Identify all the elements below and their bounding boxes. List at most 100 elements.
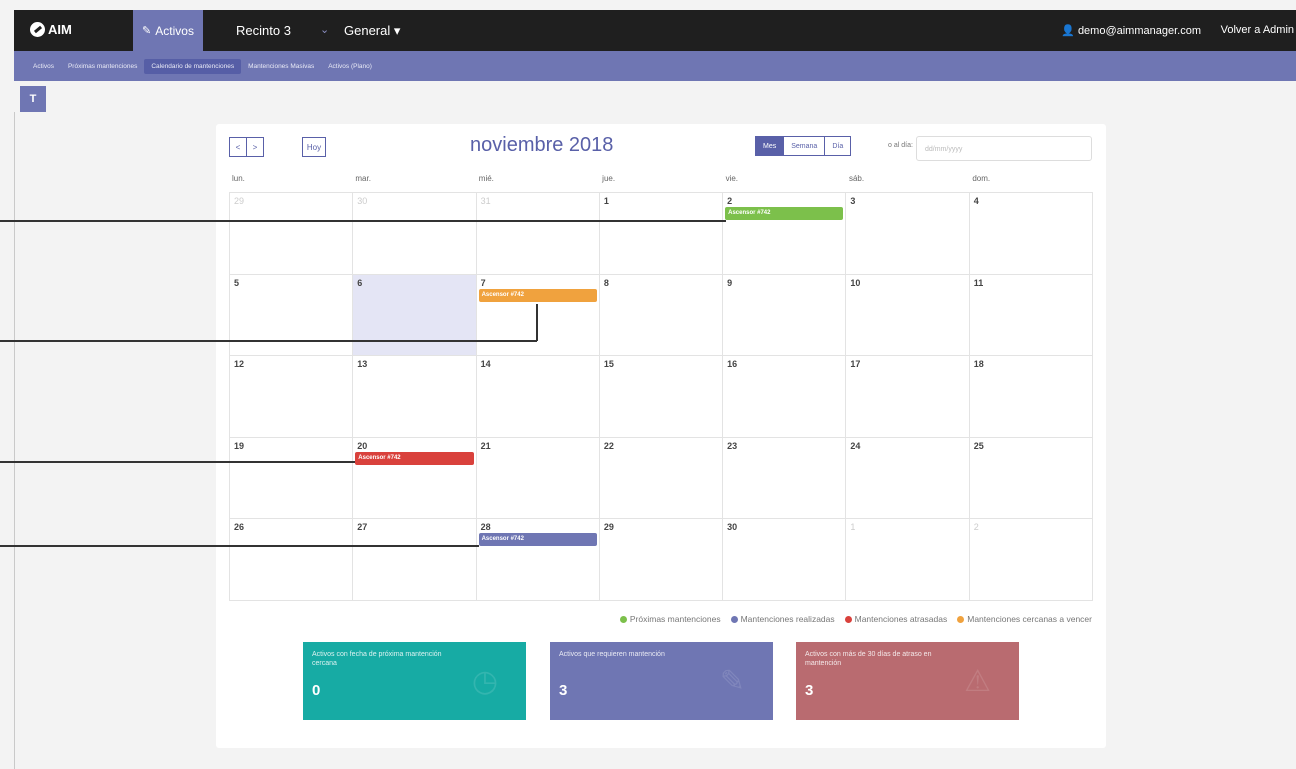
day-cell[interactable]: 30 <box>353 193 477 275</box>
legend-label: Mantenciones realizadas <box>740 614 835 624</box>
day-number: 16 <box>727 359 738 370</box>
callout-line <box>0 545 479 547</box>
day-cell[interactable]: 12 <box>230 356 354 438</box>
calendar-title: noviembre 2018 <box>470 134 614 156</box>
day-cell[interactable]: 30 <box>723 519 847 601</box>
month-grid: lun. mar. mié. jue. vie. sáb. dom. 29 30… <box>229 174 1093 601</box>
view-week-button[interactable]: Semana <box>783 136 826 156</box>
day-cell[interactable]: 31 <box>476 193 600 275</box>
event-upcoming[interactable]: Ascensor #742 <box>725 207 844 220</box>
day-cell[interactable]: 15 <box>599 356 724 438</box>
day-cell[interactable]: 2 <box>969 519 1093 601</box>
day-number: 29 <box>603 522 614 533</box>
day-number: 7 <box>480 277 486 288</box>
view-day-button[interactable]: Día <box>824 136 852 156</box>
stat-card-late[interactable]: Activos con más de 30 días de atraso en … <box>796 642 1019 720</box>
weekday-label: sáb. <box>848 174 865 183</box>
day-cell[interactable]: 29 <box>599 519 724 601</box>
aim-logo[interactable]: AIM <box>30 22 72 37</box>
day-number: 4 <box>973 196 979 206</box>
day-cell[interactable]: 16 <box>723 356 847 438</box>
warning-icon: ⚠ <box>964 665 991 698</box>
day-cell[interactable]: 11 <box>969 274 1093 357</box>
day-number: 1 <box>850 522 856 533</box>
today-button[interactable]: Hoy <box>302 137 326 157</box>
view-month-button[interactable]: Mes <box>755 136 785 156</box>
legend-label: Mantenciones cercanas a vencer <box>967 614 1092 624</box>
subnav-plano[interactable]: Activos (Plano) <box>321 59 379 74</box>
day-cell[interactable]: 9 <box>723 274 847 357</box>
day-cell[interactable]: 24 <box>846 437 970 520</box>
day-cell[interactable]: 18 <box>969 356 1093 438</box>
day-cell[interactable]: 23 <box>723 437 847 520</box>
user-menu[interactable]: 👤 demo@aimmanager.com <box>1061 24 1201 38</box>
recinto-selector[interactable]: Recinto 3 <box>236 23 291 38</box>
day-cell[interactable]: 5 <box>230 274 354 357</box>
day-number: 2 <box>727 196 733 206</box>
stat-card-required[interactable]: Activos que requieren mantención 3 ✎ <box>550 642 773 720</box>
day-cell[interactable]: 19 <box>230 437 354 520</box>
orange-dot-icon <box>957 615 965 623</box>
legend-label: Próximas mantenciones <box>629 614 721 624</box>
day-number: 2 <box>973 522 979 533</box>
weekday-header: lun. mar. mié. jue. vie. sáb. dom. <box>229 174 1093 192</box>
day-number: 28 <box>480 522 491 533</box>
weekday-label: lun. <box>232 174 245 183</box>
day-cell[interactable]: 29 <box>230 193 354 275</box>
day-cell[interactable]: 8 <box>599 274 724 357</box>
day-number: 11 <box>973 277 984 288</box>
legend-item: Próximas mantenciones <box>619 614 721 624</box>
filter-icon: T <box>29 93 37 105</box>
day-cell[interactable]: 21 <box>476 437 600 520</box>
day-cell[interactable]: 1 <box>846 519 970 601</box>
day-number: 19 <box>234 440 245 451</box>
prev-button[interactable]: < <box>229 137 247 157</box>
day-number: 29 <box>234 196 245 206</box>
day-cell[interactable]: 2 Ascensor #742 <box>723 193 847 275</box>
day-cell[interactable]: 1 <box>599 193 724 275</box>
event-done[interactable]: Ascensor #742 <box>478 533 597 547</box>
subnav-calendario[interactable]: Calendario de mantenciones <box>144 58 242 74</box>
legend: Próximas mantenciones Mantenciones reali… <box>619 614 1092 624</box>
event-soon[interactable]: Ascensor #742 <box>478 288 597 302</box>
day-cell[interactable]: 4 <box>969 193 1093 275</box>
day-number: 3 <box>850 196 856 206</box>
day-number: 18 <box>973 359 984 370</box>
red-dot-icon <box>844 615 852 623</box>
day-cell[interactable]: 27 <box>353 519 477 601</box>
day-number: 24 <box>850 440 861 451</box>
callout-line <box>0 220 726 222</box>
next-button[interactable]: > <box>246 137 264 157</box>
day-cell[interactable]: 7 Ascensor #742 <box>476 274 600 357</box>
day-cell[interactable]: 14 <box>476 356 600 438</box>
day-cell[interactable]: 13 <box>353 356 477 438</box>
day-cell[interactable]: 25 <box>969 437 1093 520</box>
stat-card-upcoming[interactable]: Activos con fecha de próxima mantención … <box>303 642 526 720</box>
day-number: 22 <box>603 440 614 451</box>
tab-activos[interactable]: ✎ Activos <box>133 10 203 51</box>
day-cell[interactable]: 22 <box>599 437 724 520</box>
stat-value: 0 <box>312 682 321 699</box>
goto-date-input[interactable]: dd/mm/yyyy <box>916 136 1092 161</box>
day-cell[interactable]: 10 <box>846 274 970 357</box>
back-to-admin-link[interactable]: Volver a Admin <box>1221 24 1294 36</box>
top-navbar: AIM ✎ Activos Recinto 3 ⌄ General ▾ 👤 de… <box>14 10 1296 51</box>
general-dropdown[interactable]: General ▾ <box>344 23 400 39</box>
day-number: 14 <box>480 359 491 370</box>
event-late[interactable]: Ascensor #742 <box>355 451 474 465</box>
day-cell[interactable]: 3 <box>846 193 970 275</box>
day-cell[interactable]: 28 Ascensor #742 <box>476 519 600 601</box>
day-cell[interactable]: 20 Ascensor #742 <box>353 437 477 520</box>
filter-button[interactable]: T <box>20 86 46 112</box>
day-cell[interactable]: 26 <box>230 519 354 601</box>
compass-icon <box>30 22 45 37</box>
subnav-masivas[interactable]: Mantenciones Masivas <box>241 59 321 74</box>
user-email: demo@aimmanager.com <box>1077 24 1201 37</box>
caret-down-icon: ▾ <box>393 23 401 38</box>
subnav-activos[interactable]: Activos <box>26 59 61 74</box>
day-cell[interactable]: 17 <box>846 356 970 438</box>
day-number: 23 <box>727 440 738 451</box>
stat-label: Activos que requieren mantención <box>559 651 665 658</box>
day-cell-today[interactable]: 6 <box>353 274 477 357</box>
subnav-proximas[interactable]: Próximas mantenciones <box>61 59 144 74</box>
